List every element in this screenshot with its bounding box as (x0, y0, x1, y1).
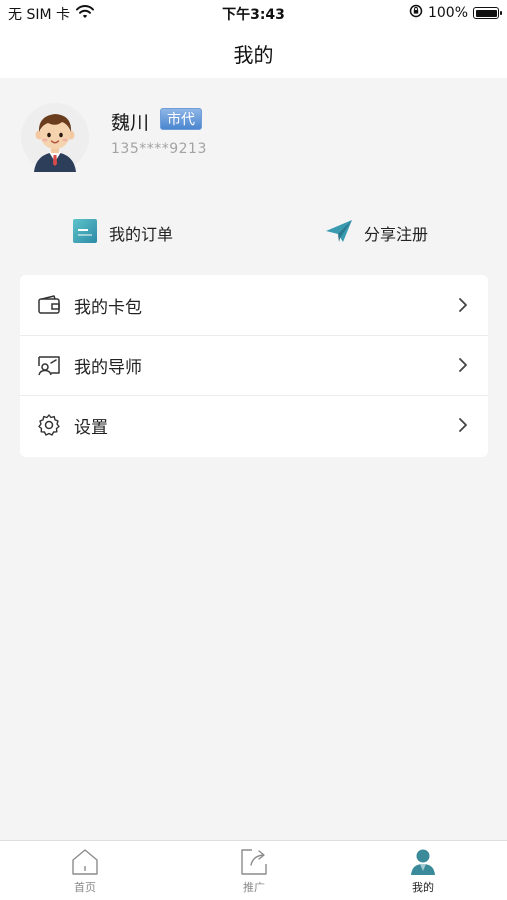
profile-phone: 135****9213 (111, 141, 207, 157)
tab-bar: 首页 推广 我的 (0, 840, 507, 900)
tab-mine-label: 我的 (412, 881, 434, 894)
chevron-right-icon (456, 418, 470, 432)
home-icon (70, 847, 100, 877)
menu-item-card-wallet[interactable]: 我的卡包 (20, 275, 488, 335)
battery-fill (475, 9, 497, 17)
chevron-right-icon (456, 298, 470, 312)
menu-label-card-wallet: 我的卡包 (74, 297, 142, 318)
user-icon (408, 847, 438, 877)
tab-promote[interactable]: 推广 (194, 847, 314, 895)
gear-icon (36, 412, 62, 438)
page-title: 我的 (233, 43, 274, 67)
profile-name: 魏川 (111, 112, 150, 134)
orientation-lock-icon (409, 4, 423, 22)
profile-section[interactable]: 魏川 市代 135****9213 (20, 96, 490, 176)
paper-plane-icon (325, 218, 353, 248)
menu-item-settings[interactable]: 设置 (20, 395, 488, 455)
tab-mine[interactable]: 我的 (363, 847, 483, 895)
battery-icon (473, 7, 502, 19)
menu-label-settings: 设置 (74, 417, 108, 438)
role-badge: 市代 (160, 108, 202, 130)
chevron-right-icon (456, 358, 470, 372)
quick-actions: 我的订单 分享注册 (0, 210, 507, 256)
my-orders-label: 我的订单 (109, 225, 174, 244)
order-list-icon (72, 218, 98, 248)
my-orders-button[interactable]: 我的订单 (72, 218, 173, 248)
status-bar: 无 SIM 卡 下午3:43 100% (0, 0, 507, 26)
tab-home[interactable]: 首页 (25, 847, 145, 895)
mentor-card-icon (36, 352, 62, 378)
nav-bar: 我的 (0, 26, 507, 78)
menu-item-mentor[interactable]: 我的导师 (20, 335, 488, 395)
battery-percent: 100% (427, 5, 468, 21)
tab-promote-label: 推广 (243, 881, 265, 894)
share-register-button[interactable]: 分享注册 (325, 218, 428, 248)
status-right: 100% (409, 4, 502, 22)
menu-card: 我的卡包 我的导师 设置 (20, 275, 488, 457)
share-register-label: 分享注册 (364, 225, 429, 244)
menu-label-mentor: 我的导师 (74, 357, 142, 378)
avatar[interactable] (20, 102, 90, 172)
share-arrow-icon (239, 847, 269, 877)
wallet-icon (36, 292, 62, 318)
tab-home-label: 首页 (74, 881, 96, 894)
